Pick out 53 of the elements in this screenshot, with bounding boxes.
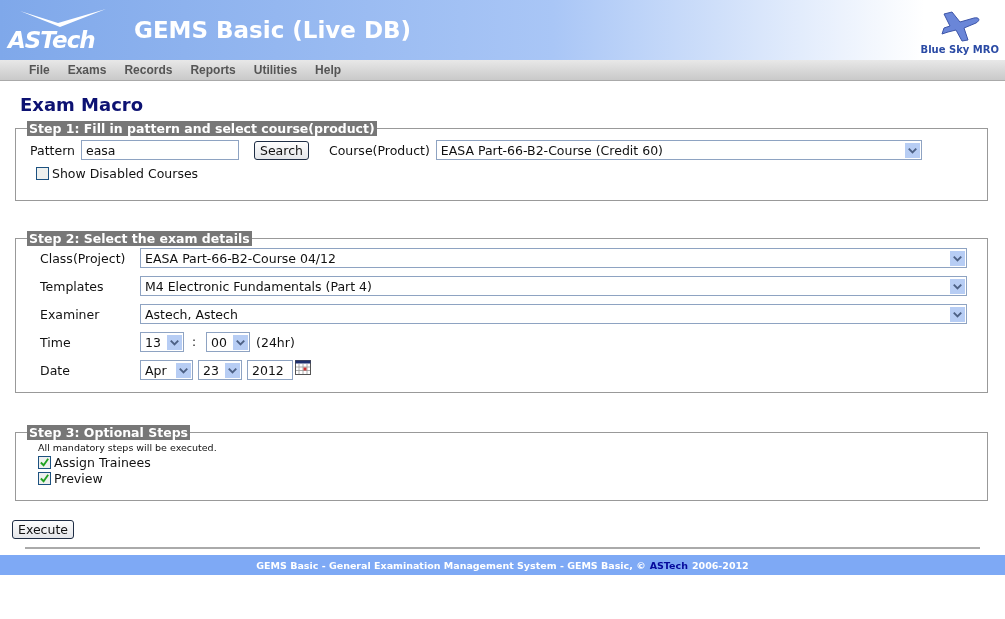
- brand-name: Blue Sky MRO: [920, 43, 999, 55]
- chevron-icon: [233, 334, 249, 350]
- checkbox-label: Assign Trainees: [54, 455, 151, 470]
- section-legend: Step 2: Select the exam details: [27, 231, 252, 246]
- field-label: Examiner: [40, 306, 101, 322]
- calendar-icon[interactable]: [295, 359, 311, 375]
- execute-button[interactable]: Execute: [12, 520, 74, 539]
- checkbox[interactable]: [36, 167, 49, 180]
- menu-item[interactable]: Exams: [58, 63, 116, 77]
- chevron-icon: [950, 306, 965, 322]
- field-label: Time: [40, 334, 72, 350]
- checkbox-label: Preview: [54, 471, 103, 486]
- checkbox[interactable]: [38, 472, 51, 485]
- info-text: All mandatory steps will be executed.: [38, 442, 218, 453]
- field-label: Pattern: [30, 142, 75, 158]
- field-label: Course(Product): [328, 142, 430, 158]
- menu-item[interactable]: Records: [115, 63, 182, 77]
- time-separator: :: [192, 335, 197, 349]
- chevron-icon: [950, 250, 965, 266]
- section-legend: Step 3: Optional Steps: [27, 425, 191, 440]
- search-button[interactable]: Search: [254, 140, 309, 160]
- footer-link[interactable]: ASTech: [649, 559, 688, 571]
- field-label: Date: [40, 362, 71, 378]
- chevron-icon: [904, 142, 920, 158]
- checkbox[interactable]: [38, 456, 51, 469]
- chevron-icon: [176, 362, 191, 378]
- pattern-field[interactable]: easa: [81, 140, 239, 160]
- chevron-icon: [225, 362, 240, 378]
- menu-item[interactable]: Reports: [181, 63, 245, 77]
- hour-dropdown[interactable]: 13: [140, 332, 184, 352]
- footer-text: 2006-2012: [691, 559, 749, 571]
- field-label: Templates: [40, 278, 105, 294]
- select-dropdown[interactable]: M4 Electronic Fundamentals (Part 4): [140, 276, 967, 296]
- minute-dropdown[interactable]: 00: [206, 332, 251, 352]
- logo-text: ASTech: [8, 27, 95, 53]
- field-label: Class(Project): [40, 250, 127, 266]
- chevron-icon: [167, 334, 182, 350]
- checkbox-label: Show Disabled Courses: [52, 166, 199, 181]
- select-dropdown[interactable]: Astech, Astech: [140, 304, 967, 324]
- menu-item[interactable]: Utilities: [244, 63, 307, 77]
- page-title: Exam Macro: [20, 94, 145, 115]
- day-dropdown[interactable]: 23: [198, 360, 242, 380]
- year-field[interactable]: 2012: [247, 360, 293, 380]
- app-title: GEMS Basic (Live DB): [134, 17, 412, 43]
- footer-text: GEMS Basic - General Examination Management System - GEMS Basic, ©: [256, 559, 646, 571]
- course-dropdown[interactable]: EASA Part-66-B2-Course (Credit 60): [435, 140, 922, 160]
- time-format-note: (24hr): [256, 334, 295, 350]
- section-legend: Step 1: Fill in pattern and select course(product): [27, 121, 377, 136]
- month-dropdown[interactable]: Apr: [140, 360, 193, 380]
- menu-item[interactable]: File: [20, 63, 59, 77]
- menu-item[interactable]: Help: [306, 63, 351, 77]
- select-dropdown[interactable]: EASA Part-66-B2-Course 04/12: [140, 248, 967, 268]
- chevron-icon: [950, 278, 965, 294]
